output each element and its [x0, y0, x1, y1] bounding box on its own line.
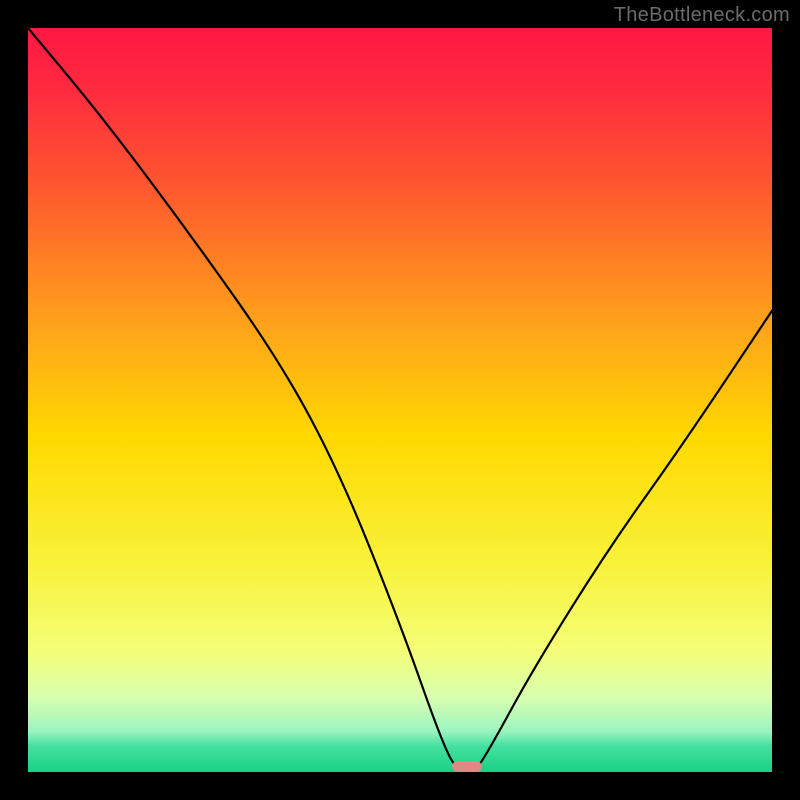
plot-area: [28, 28, 772, 772]
gradient-background: [28, 28, 772, 772]
chart-frame: TheBottleneck.com: [0, 0, 800, 800]
watermark-text: TheBottleneck.com: [614, 4, 790, 27]
optimal-marker: [452, 761, 482, 772]
bottleneck-chart: [28, 28, 772, 772]
